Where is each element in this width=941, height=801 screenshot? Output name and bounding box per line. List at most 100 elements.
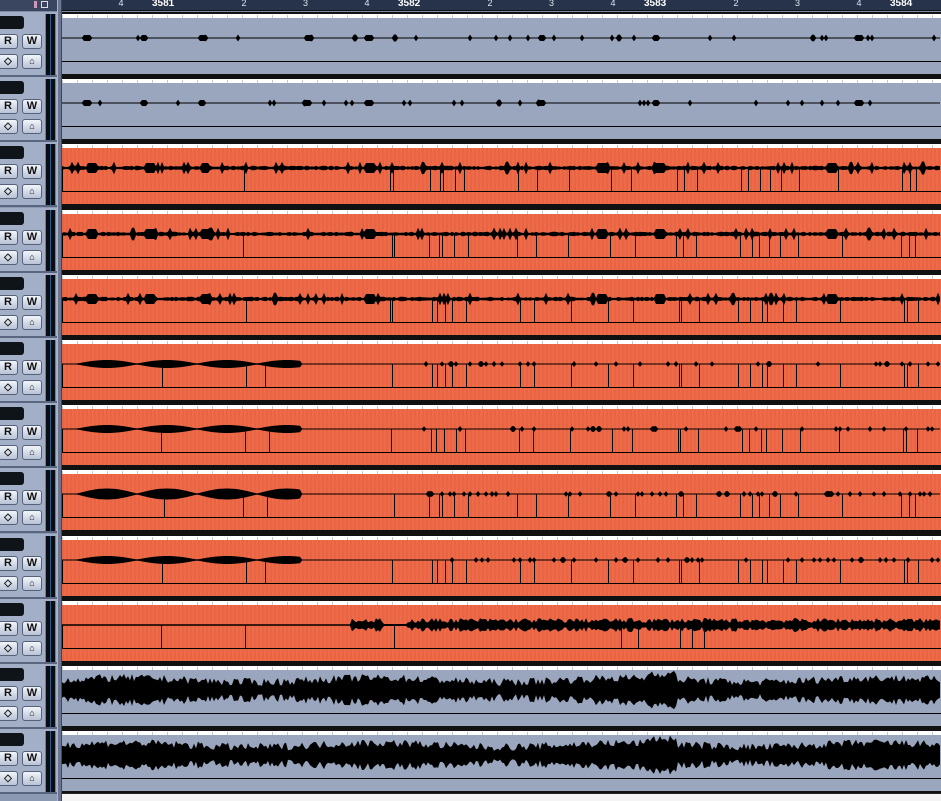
slice-marker[interactable] bbox=[162, 560, 163, 583]
slice-marker[interactable] bbox=[767, 299, 768, 322]
slice-marker[interactable] bbox=[840, 299, 841, 322]
slice-marker[interactable] bbox=[568, 234, 569, 257]
slice-marker[interactable] bbox=[840, 364, 841, 387]
slice-marker[interactable] bbox=[677, 168, 678, 191]
slice-marker[interactable] bbox=[520, 299, 521, 322]
track-header[interactable]: R W ◇ ⌂ bbox=[0, 77, 57, 142]
slice-marker[interactable] bbox=[782, 429, 783, 452]
slice-marker[interactable] bbox=[769, 494, 770, 517]
slice-marker[interactable] bbox=[780, 494, 781, 517]
slice-marker[interactable] bbox=[698, 429, 699, 452]
track-header[interactable]: R W ◇ ⌂ bbox=[0, 729, 57, 794]
slice-marker[interactable] bbox=[910, 168, 911, 191]
slice-marker[interactable] bbox=[161, 429, 162, 452]
track-lanes[interactable] bbox=[62, 12, 941, 801]
track-name-field[interactable] bbox=[0, 277, 24, 290]
edit-icon[interactable]: ◇ bbox=[0, 641, 18, 656]
slice-marker[interactable] bbox=[246, 364, 247, 387]
slice-marker[interactable] bbox=[901, 494, 902, 517]
audio-event[interactable] bbox=[62, 273, 941, 338]
slice-marker[interactable] bbox=[796, 560, 797, 583]
track-header[interactable]: R W ◇ ⌂ bbox=[0, 208, 57, 273]
track-name-field[interactable] bbox=[0, 668, 24, 681]
slice-marker[interactable] bbox=[783, 560, 784, 583]
track-header[interactable]: R W ◇ ⌂ bbox=[0, 468, 57, 533]
slice-marker[interactable] bbox=[431, 429, 432, 452]
track-header[interactable]: R W ◇ ⌂ bbox=[0, 12, 57, 77]
slice-marker[interactable] bbox=[760, 168, 761, 191]
slice-marker[interactable] bbox=[741, 168, 742, 191]
slice-marker[interactable] bbox=[571, 364, 572, 387]
edit-icon[interactable]: ◇ bbox=[0, 771, 18, 786]
audio-event[interactable] bbox=[62, 599, 941, 664]
slice-marker[interactable] bbox=[759, 494, 760, 517]
slice-marker[interactable] bbox=[752, 234, 753, 257]
slice-marker[interactable] bbox=[676, 234, 677, 257]
slice-marker[interactable] bbox=[915, 494, 916, 517]
slice-marker[interactable] bbox=[683, 494, 684, 517]
slice-marker[interactable] bbox=[842, 494, 843, 517]
slice-marker[interactable] bbox=[517, 234, 518, 257]
slice-marker[interactable] bbox=[742, 429, 743, 452]
slice-marker[interactable] bbox=[442, 494, 443, 517]
slice-marker[interactable] bbox=[519, 429, 520, 452]
slice-marker[interactable] bbox=[909, 234, 910, 257]
slice-marker[interactable] bbox=[767, 364, 768, 387]
edit-icon[interactable]: ◇ bbox=[0, 184, 18, 199]
slice-marker[interactable] bbox=[798, 494, 799, 517]
slice-marker[interactable] bbox=[798, 234, 799, 257]
slice-marker[interactable] bbox=[246, 560, 247, 583]
slice-marker[interactable] bbox=[537, 168, 538, 191]
slice-marker[interactable] bbox=[696, 494, 697, 517]
write-automation-button[interactable]: W bbox=[22, 164, 42, 179]
slice-marker[interactable] bbox=[697, 168, 698, 191]
slice-marker[interactable] bbox=[162, 364, 163, 387]
slice-marker[interactable] bbox=[904, 364, 905, 387]
slice-marker[interactable] bbox=[452, 299, 453, 322]
slice-marker[interactable] bbox=[842, 234, 843, 257]
slice-marker[interactable] bbox=[269, 429, 270, 452]
slice-marker[interactable] bbox=[917, 429, 918, 452]
slice-marker[interactable] bbox=[621, 625, 622, 648]
slice-marker[interactable] bbox=[468, 494, 469, 517]
slice-marker[interactable] bbox=[907, 560, 908, 583]
slice-marker[interactable] bbox=[533, 429, 534, 452]
audio-event[interactable] bbox=[62, 664, 941, 729]
write-automation-button[interactable]: W bbox=[22, 556, 42, 571]
slice-marker[interactable] bbox=[164, 494, 165, 517]
slice-marker[interactable] bbox=[439, 494, 440, 517]
slice-marker[interactable] bbox=[750, 560, 751, 583]
track-name-field[interactable] bbox=[0, 81, 24, 94]
slice-marker[interactable] bbox=[796, 299, 797, 322]
read-automation-button[interactable]: R bbox=[0, 490, 18, 505]
slice-marker[interactable] bbox=[696, 234, 697, 257]
track-header[interactable]: R W ◇ ⌂ bbox=[0, 599, 57, 664]
write-automation-button[interactable]: W bbox=[22, 360, 42, 375]
slice-marker[interactable] bbox=[432, 299, 433, 322]
slice-marker[interactable] bbox=[633, 299, 634, 322]
slice-marker[interactable] bbox=[466, 560, 467, 583]
track-header[interactable]: R W ◇ ⌂ bbox=[0, 142, 57, 207]
read-automation-button[interactable]: R bbox=[0, 556, 18, 571]
slice-marker[interactable] bbox=[759, 234, 760, 257]
edit-icon[interactable]: ◇ bbox=[0, 510, 18, 525]
slice-marker[interactable] bbox=[570, 429, 571, 452]
slice-marker[interactable] bbox=[245, 625, 246, 648]
slice-marker[interactable] bbox=[904, 299, 905, 322]
slice-marker[interactable] bbox=[394, 494, 395, 517]
slice-marker[interactable] bbox=[452, 364, 453, 387]
audio-event[interactable] bbox=[62, 77, 941, 142]
read-automation-button[interactable]: R bbox=[0, 34, 18, 49]
slice-marker[interactable] bbox=[456, 429, 457, 452]
slice-marker[interactable] bbox=[762, 364, 763, 387]
slice-marker[interactable] bbox=[704, 625, 705, 648]
slice-marker[interactable] bbox=[432, 560, 433, 583]
slice-marker[interactable] bbox=[536, 494, 537, 517]
track-name-field[interactable] bbox=[0, 146, 24, 159]
slice-marker[interactable] bbox=[394, 234, 395, 257]
slice-marker[interactable] bbox=[464, 168, 465, 191]
slice-marker[interactable] bbox=[452, 560, 453, 583]
slice-marker[interactable] bbox=[394, 625, 395, 648]
write-automation-button[interactable]: W bbox=[22, 490, 42, 505]
slice-marker[interactable] bbox=[752, 494, 753, 517]
